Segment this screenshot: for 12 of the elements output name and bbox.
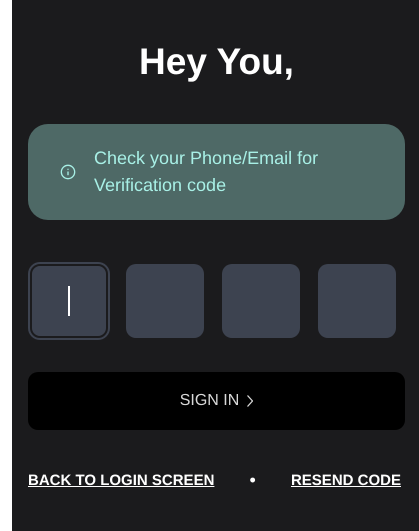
separator-dot: •: [250, 470, 256, 492]
sign-in-button[interactable]: SIGN IN: [28, 372, 405, 430]
chevron-icon: [247, 395, 254, 408]
back-to-login-link[interactable]: BACK TO LOGIN SCREEN: [28, 472, 214, 490]
code-input-field[interactable]: [318, 264, 396, 338]
code-input-field[interactable]: [126, 264, 204, 338]
code-input-field[interactable]: [222, 264, 300, 338]
alert-message: Check your Phone/Email for Verification code: [94, 147, 320, 198]
code-input-field[interactable]: [30, 264, 108, 338]
info-icon: [60, 164, 76, 180]
greeting-title: Hey You,: [138, 40, 295, 84]
resend-code-link[interactable]: RESEND CODE: [290, 472, 401, 490]
